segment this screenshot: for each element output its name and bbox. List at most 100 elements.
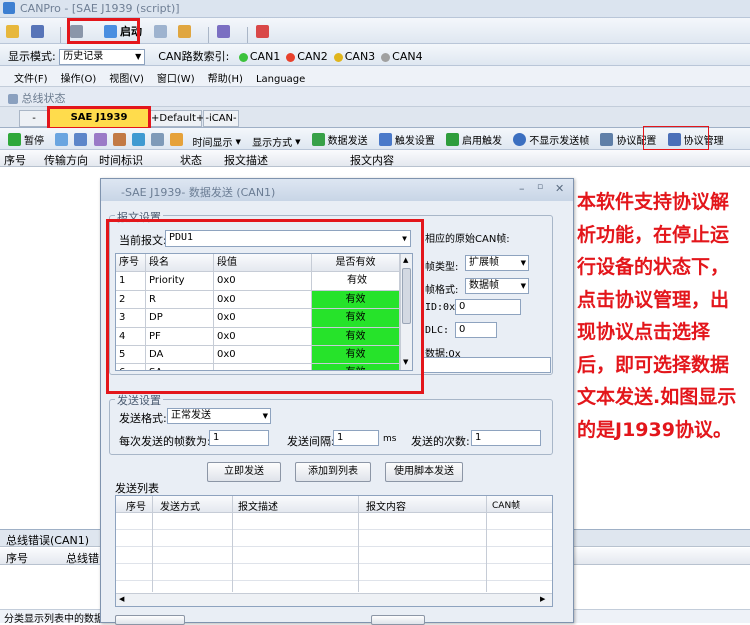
frame-type-label: 帧类型: xyxy=(425,262,459,273)
channel-can3[interactable]: CAN3 xyxy=(333,50,375,63)
col-header[interactable]: 序号 xyxy=(126,498,146,513)
send-now-button[interactable]: 立即发送 xyxy=(207,462,281,482)
col-header[interactable]: 报文内容 xyxy=(350,152,394,168)
protocol-manage-button[interactable]: 协议管理 xyxy=(667,132,724,147)
field-row-no: 3 xyxy=(116,309,146,328)
tool-c-button[interactable] xyxy=(93,133,107,146)
channel-can2[interactable]: CAN2 xyxy=(286,50,328,63)
bus-status-label[interactable]: 总线状态 xyxy=(22,92,66,105)
current-message-select[interactable]: PDU1 ▼ xyxy=(165,230,411,247)
tab-ican[interactable]: -iCAN- xyxy=(203,110,239,127)
scroll-up-icon[interactable]: ▲ xyxy=(403,256,408,264)
tool-d-button[interactable] xyxy=(112,133,126,146)
field-col-header: 是否有效 xyxy=(312,254,400,273)
dlc-value: 0 xyxy=(459,324,466,335)
maximize-icon[interactable]: ▫ xyxy=(537,182,543,192)
col-header[interactable]: 状态 xyxy=(180,152,202,168)
help-button[interactable] xyxy=(256,24,269,38)
frames-per-send-input[interactable]: 1 xyxy=(209,430,269,446)
send-format-select[interactable]: 正常发送 ▼ xyxy=(167,408,271,424)
data-send-button[interactable]: 数据发送 xyxy=(311,132,368,147)
menu-item[interactable]: 窗口(W) xyxy=(157,74,195,85)
main-list-header: 序号 传输方向 时间标识 状态 报文描述 报文内容 xyxy=(0,150,750,167)
col-header[interactable]: 传输方向 xyxy=(44,152,88,168)
frame-type-select[interactable]: 扩展帧 ▼ xyxy=(465,255,529,271)
tab-default[interactable]: +Default+ xyxy=(150,110,204,127)
current-message-value: PDU1 xyxy=(169,232,194,243)
send-icon xyxy=(311,133,325,146)
menu-item[interactable]: 视图(V) xyxy=(109,74,144,85)
manage-icon xyxy=(667,133,681,146)
book-icon xyxy=(217,24,230,38)
col-header[interactable]: 时间标识 xyxy=(99,152,143,168)
tool-f-button[interactable] xyxy=(151,133,165,146)
time-display-button[interactable]: 时间显示 ▼ xyxy=(193,134,241,150)
menu-item[interactable]: 操作(O) xyxy=(61,74,97,85)
close-icon[interactable]: ✕ xyxy=(555,182,564,195)
col-header[interactable]: 总线错 xyxy=(66,550,99,566)
frame-format-select[interactable]: 数据帧 ▼ xyxy=(465,278,529,294)
dialog-bottom-button[interactable] xyxy=(371,615,425,625)
interval-unit: ms xyxy=(383,434,397,444)
protocol-config-button[interactable]: 协议配置 xyxy=(600,132,656,147)
book-button[interactable] xyxy=(217,24,230,38)
pause-button[interactable]: 暂停 xyxy=(8,132,44,147)
field-row-no: 6 xyxy=(116,364,146,370)
enable-trigger-button[interactable]: 启用触发 xyxy=(446,132,502,147)
channel-can1[interactable]: CAN1 xyxy=(238,50,280,63)
dlc-input[interactable]: 0 xyxy=(455,322,497,338)
menu-item[interactable]: Language xyxy=(256,74,305,85)
table-scrollbar[interactable]: ▲ ▼ xyxy=(400,254,412,370)
col-header[interactable]: 报文描述 xyxy=(224,152,268,168)
send-settings-label: 发送设置 xyxy=(115,392,163,408)
tool-b-button[interactable] xyxy=(74,133,88,146)
col-header[interactable]: 序号 xyxy=(4,152,26,168)
field-row-name: PF xyxy=(146,327,214,346)
tab-can[interactable]: -CAN- xyxy=(19,110,49,139)
menu-item[interactable]: 帮助(H) xyxy=(208,74,243,85)
display-format-button[interactable]: 显示方式 ▼ xyxy=(252,134,300,150)
channel-can4[interactable]: CAN4 xyxy=(381,50,423,63)
id-input[interactable]: 0 xyxy=(455,299,521,315)
stop-button[interactable] xyxy=(153,24,167,38)
col-header[interactable]: 发送方式 xyxy=(160,498,200,513)
save-button[interactable] xyxy=(30,24,44,38)
interval-input[interactable]: 1 xyxy=(333,430,379,446)
open-button[interactable] xyxy=(6,24,19,38)
start-button[interactable]: 启动 xyxy=(104,23,142,39)
status-dot-icon xyxy=(381,52,391,62)
box-icon xyxy=(170,133,184,146)
list-icon xyxy=(93,133,107,146)
col-header[interactable]: 报文内容 xyxy=(366,498,406,513)
add-to-list-button[interactable]: 添加到列表 xyxy=(295,462,371,482)
tool-a-button[interactable] xyxy=(55,133,69,146)
field-row-value: 0x0 xyxy=(214,309,312,328)
wrench-button[interactable] xyxy=(69,24,83,38)
tool-g-button[interactable] xyxy=(170,133,184,146)
hide-sent-button[interactable]: 不显示发送帧 xyxy=(513,132,589,147)
trigger-icon xyxy=(378,133,392,146)
tool-e-button[interactable] xyxy=(131,133,145,146)
edit-button[interactable] xyxy=(178,24,191,38)
col-header[interactable]: 序号 xyxy=(6,550,28,566)
send-count-input[interactable]: 1 xyxy=(471,430,541,446)
display-mode-select[interactable]: 历史记录 ▼ xyxy=(59,49,146,65)
data-input[interactable] xyxy=(423,357,551,373)
horizontal-scrollbar[interactable]: ◀ ▶ xyxy=(116,593,552,606)
scroll-down-icon[interactable]: ▼ xyxy=(403,358,408,366)
dialog-bottom-button[interactable] xyxy=(115,615,185,625)
protocol-config-label: 协议配置 xyxy=(616,136,657,147)
scroll-left-icon[interactable]: ◀ xyxy=(119,595,124,603)
field-row-value: 0x0 xyxy=(214,272,312,291)
trigger-settings-button[interactable]: 触发设置 xyxy=(378,132,435,147)
col-header[interactable]: CAN帧 xyxy=(492,498,520,511)
col-header[interactable]: 报文描述 xyxy=(238,498,278,513)
scroll-right-icon[interactable]: ▶ xyxy=(540,595,545,603)
tab-j1939[interactable]: SAE J1939 (script) xyxy=(50,108,148,142)
scroll-thumb[interactable] xyxy=(402,268,411,324)
dropdown-arrow-icon: ▼ xyxy=(520,282,526,290)
minimize-icon[interactable]: – xyxy=(519,182,525,195)
menu-item[interactable]: 文件(F) xyxy=(14,74,48,85)
title-bar: CANPro - [SAE J1939 (script)] xyxy=(0,0,750,18)
use-script-button[interactable]: 使用脚本发送 xyxy=(385,462,463,482)
